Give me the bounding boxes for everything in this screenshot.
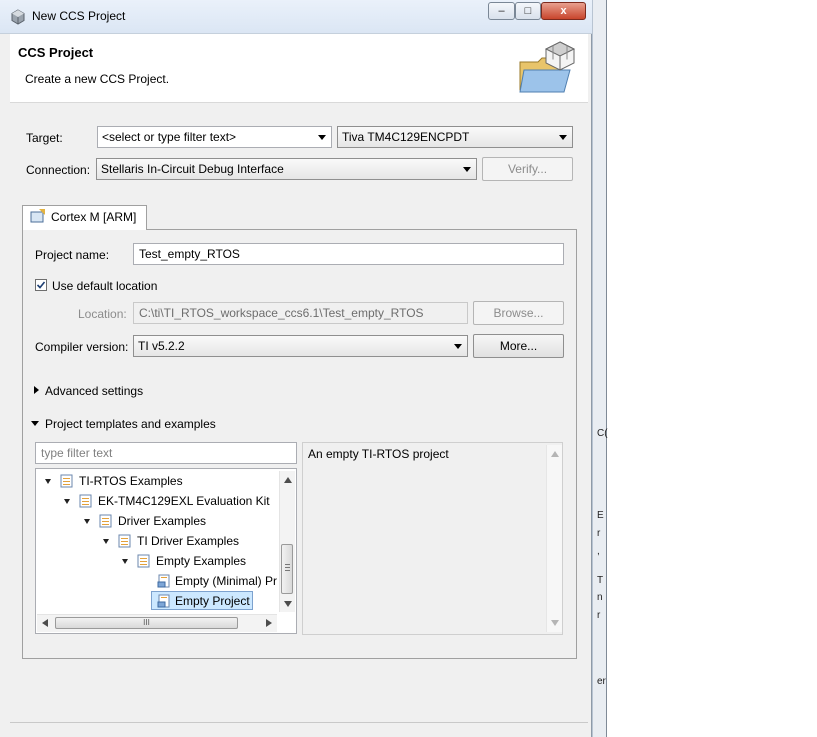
background-window-edge xyxy=(592,0,607,737)
target-device-select[interactable]: Tiva TM4C129ENCPDT xyxy=(337,126,573,148)
more-button[interactable]: More... xyxy=(473,334,564,358)
scroll-right-icon[interactable] xyxy=(266,619,272,627)
background-text-fragment: T xyxy=(597,575,604,586)
project-template-icon xyxy=(157,574,170,588)
connection-select[interactable]: Stellaris In-Circuit Debug Interface xyxy=(96,158,477,180)
background-text-fragment: E xyxy=(597,510,604,521)
tree-item-empty-minimal[interactable]: Empty (Minimal) Pr xyxy=(175,572,277,590)
background-text-fragment: , xyxy=(597,546,600,557)
compiler-version-label: Compiler version: xyxy=(35,340,129,354)
template-description-panel xyxy=(302,442,563,635)
new-project-wizard-icon xyxy=(519,41,576,93)
background-text-fragment: r xyxy=(597,528,601,539)
processor-icon xyxy=(30,209,45,223)
chevron-down-icon xyxy=(559,135,567,140)
chevron-down-icon xyxy=(454,344,462,349)
chevron-down-icon xyxy=(463,167,471,172)
use-default-location-label: Use default location xyxy=(52,279,158,293)
examples-folder-icon xyxy=(137,554,150,568)
description-vertical-scrollbar[interactable] xyxy=(546,445,562,632)
scroll-thumb[interactable] xyxy=(281,544,293,594)
footer-separator xyxy=(10,722,588,723)
ccs-app-icon xyxy=(11,9,25,25)
template-description: An empty TI-RTOS project xyxy=(308,447,449,461)
project-name-input[interactable]: Test_empty_RTOS xyxy=(133,243,564,265)
compiler-version-value: TI v5.2.2 xyxy=(138,339,185,353)
background-text-fragment: r xyxy=(597,610,601,621)
tree-expanded-arrow-icon[interactable] xyxy=(103,539,109,544)
examples-folder-icon xyxy=(118,534,131,548)
target-filter-combo[interactable]: <select or type filter text> xyxy=(97,126,332,148)
background-text-fragment: n xyxy=(597,592,603,603)
tree-vertical-scrollbar[interactable] xyxy=(279,471,295,612)
location-input[interactable]: C:\ti\TI_RTOS_workspace_ccs6.1\Test_empt… xyxy=(133,302,468,324)
location-label: Location: xyxy=(78,307,127,321)
target-device-value: Tiva TM4C129ENCPDT xyxy=(342,130,470,144)
tree-item-ek-tm4c129exl[interactable]: EK-TM4C129EXL Evaluation Kit xyxy=(98,492,270,510)
scroll-down-icon[interactable] xyxy=(284,601,292,607)
expand-arrow-icon[interactable] xyxy=(34,386,39,394)
use-default-location-checkbox[interactable] xyxy=(35,279,47,291)
tree-item-ti-rtos-examples[interactable]: TI-RTOS Examples xyxy=(79,472,183,490)
close-icon: x xyxy=(560,5,567,17)
connection-label: Connection: xyxy=(26,163,91,177)
title-bar[interactable]: New CCS Project – □ x xyxy=(0,0,592,34)
project-template-icon xyxy=(157,594,170,608)
tree-horizontal-scrollbar[interactable]: III xyxy=(37,614,277,632)
checkmark-icon xyxy=(36,281,46,289)
new-ccs-project-dialog: New CCS Project – □ x CCS Project Create… xyxy=(0,0,592,737)
templates-section-toggle[interactable]: Project templates and examples xyxy=(45,417,216,431)
tab-label: Cortex M [ARM] xyxy=(51,210,137,224)
minimize-icon: – xyxy=(498,5,505,17)
window-title: New CCS Project xyxy=(32,9,126,23)
tree-expanded-arrow-icon[interactable] xyxy=(45,479,51,484)
scroll-grip: III xyxy=(143,618,150,627)
maximize-button[interactable]: □ xyxy=(515,2,541,20)
examples-folder-icon xyxy=(60,474,73,488)
advanced-settings-toggle[interactable]: Advanced settings xyxy=(45,384,143,398)
compiler-version-select[interactable]: TI v5.2.2 xyxy=(133,335,468,357)
target-filter-text: <select or type filter text> xyxy=(102,130,237,144)
close-button[interactable]: x xyxy=(541,2,586,20)
tree-item-ti-driver-examples[interactable]: TI Driver Examples xyxy=(137,532,239,550)
minimize-button[interactable]: – xyxy=(488,2,515,20)
examples-folder-icon xyxy=(79,494,92,508)
background-text-fragment: er xyxy=(597,676,606,687)
tree-expanded-arrow-icon[interactable] xyxy=(64,499,70,504)
scroll-down-icon[interactable] xyxy=(551,620,559,626)
wizard-banner xyxy=(10,34,588,103)
collapse-arrow-icon[interactable] xyxy=(31,421,39,426)
template-filter-input[interactable]: type filter text xyxy=(35,442,297,464)
tree-expanded-arrow-icon[interactable] xyxy=(84,519,90,524)
tree-expanded-arrow-icon[interactable] xyxy=(122,559,128,564)
target-label: Target: xyxy=(26,131,63,145)
scroll-thumb[interactable]: III xyxy=(55,617,238,629)
chevron-down-icon xyxy=(318,135,326,140)
project-name-label: Project name: xyxy=(35,248,110,262)
background-text-fragment: C( xyxy=(597,428,608,439)
scroll-up-icon[interactable] xyxy=(284,477,292,483)
banner-title: CCS Project xyxy=(18,45,94,60)
tree-item-empty-examples[interactable]: Empty Examples xyxy=(156,552,246,570)
scroll-up-icon[interactable] xyxy=(551,451,559,457)
scroll-left-icon[interactable] xyxy=(42,619,48,627)
maximize-icon: □ xyxy=(524,5,532,17)
verify-button[interactable]: Verify... xyxy=(482,157,573,181)
examples-folder-icon xyxy=(99,514,112,528)
tree-item-driver-examples[interactable]: Driver Examples xyxy=(118,512,206,530)
banner-description: Create a new CCS Project. xyxy=(25,72,170,86)
tree-item-empty-project[interactable]: Empty Project xyxy=(175,592,250,610)
browse-button[interactable]: Browse... xyxy=(473,301,564,325)
connection-value: Stellaris In-Circuit Debug Interface xyxy=(101,162,284,176)
